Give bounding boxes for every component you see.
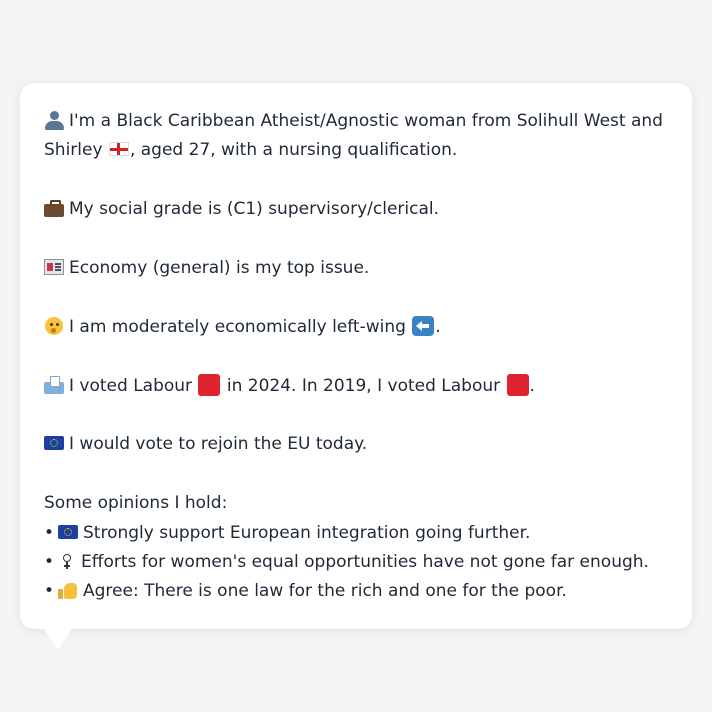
top-issue-line: Economy (general) is my top issue. xyxy=(44,254,668,283)
list-item: • Agree: There is one law for the rich an… xyxy=(44,581,567,602)
thumbs-up-icon xyxy=(58,581,78,600)
vote-history-line: I voted Labour in 2024. In 2019, I voted… xyxy=(44,372,668,401)
opinions-heading: Some opinions I hold: xyxy=(44,493,228,514)
eu-flag-icon xyxy=(58,524,78,539)
social-grade-line: My social grade is (C1) supervisory/cler… xyxy=(44,195,668,224)
england-flag-icon xyxy=(108,142,129,157)
list-item: • Efforts for women's equal opportunities… xyxy=(44,552,649,572)
thinking-face-icon xyxy=(44,316,64,335)
person-icon xyxy=(44,111,64,130)
left-arrow-icon xyxy=(412,315,435,336)
intro-line: I'm a Black Caribbean Atheist/Agnostic w… xyxy=(44,107,668,136)
persona-message-bubble: I'm a Black Caribbean Atheist/Agnostic w… xyxy=(20,83,692,629)
newspaper-icon xyxy=(44,259,64,275)
eu-view-line: I would vote to rejoin the EU today. xyxy=(44,430,668,459)
red-square-icon xyxy=(198,373,221,396)
list-item: • Strongly support European integration g… xyxy=(44,522,531,543)
intro-line-continued: Shirley , aged 27, with a nursing qualif… xyxy=(44,140,458,161)
economic-view-line: I am moderately economically left-wing . xyxy=(44,313,668,342)
red-square-icon xyxy=(506,373,529,396)
eu-flag-icon xyxy=(44,436,64,451)
ballot-box-icon xyxy=(44,375,64,394)
bubble-tail xyxy=(38,620,78,650)
female-sign-icon xyxy=(60,552,74,570)
briefcase-icon xyxy=(44,199,64,218)
